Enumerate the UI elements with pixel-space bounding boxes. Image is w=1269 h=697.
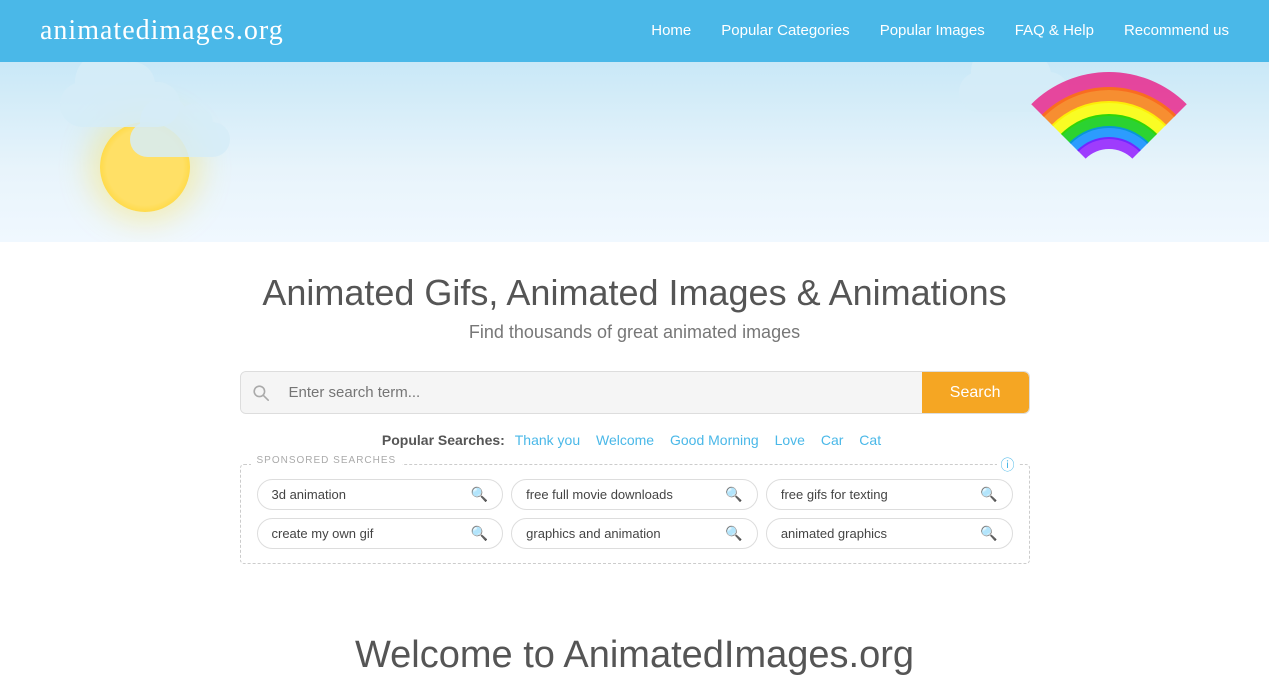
sponsored-item-free-gifs[interactable]: free gifs for texting 🔍 (766, 479, 1013, 510)
sponsored-grid: 3d animation 🔍 free full movie downloads… (257, 479, 1013, 549)
search-icon-small: 🔍 (725, 525, 742, 542)
popular-search-welcome[interactable]: Welcome (596, 432, 654, 448)
popular-search-cat[interactable]: Cat (859, 432, 881, 448)
search-bar: Search (240, 371, 1030, 414)
search-icon-small: 🔍 (980, 486, 997, 503)
sponsored-item-animated-graphics[interactable]: animated graphics 🔍 (766, 518, 1013, 549)
navbar: animatedimages.org Home Popular Categori… (0, 0, 1269, 62)
sponsored-item-label: 3d animation (272, 487, 346, 502)
sponsored-item-free-movies[interactable]: free full movie downloads 🔍 (511, 479, 758, 510)
popular-searches-label: Popular Searches: (382, 432, 505, 448)
sponsored-item-graphics-animation[interactable]: graphics and animation 🔍 (511, 518, 758, 549)
nav-recommend-us[interactable]: Recommend us (1124, 22, 1229, 39)
sponsored-info-icon[interactable]: ⓘ (997, 455, 1019, 475)
popular-search-car[interactable]: Car (821, 432, 844, 448)
welcome-title: Welcome to AnimatedImages.org (40, 634, 1229, 677)
rainbow-decoration (999, 72, 1219, 212)
search-icon-small: 🔍 (725, 486, 742, 503)
search-icon-small: 🔍 (471, 525, 488, 542)
sponsored-item-label: free full movie downloads (526, 487, 673, 502)
sponsored-label: SPONSORED SEARCHES (251, 455, 403, 466)
search-icon-small: 🔍 (980, 525, 997, 542)
popular-search-love[interactable]: Love (775, 432, 805, 448)
hero-section (0, 62, 1269, 242)
sponsored-item-label: graphics and animation (526, 526, 660, 541)
site-logo[interactable]: animatedimages.org (40, 15, 284, 47)
sponsored-item-3d-animation[interactable]: 3d animation 🔍 (257, 479, 504, 510)
nav-faq-help[interactable]: FAQ & Help (1015, 22, 1094, 39)
cloud-decoration-2 (130, 122, 230, 157)
sponsored-item-label: animated graphics (781, 526, 887, 541)
search-input[interactable] (281, 372, 922, 413)
popular-search-good-morning[interactable]: Good Morning (670, 432, 759, 448)
sponsored-item-label: create my own gif (272, 526, 374, 541)
nav-popular-images[interactable]: Popular Images (880, 22, 985, 39)
search-icon-small: 🔍 (471, 486, 488, 503)
hero-subtitle: Find thousands of great animated images (40, 322, 1229, 343)
nav-home[interactable]: Home (651, 22, 691, 39)
search-button[interactable]: Search (922, 372, 1029, 413)
hero-title: Animated Gifs, Animated Images & Animati… (40, 272, 1229, 314)
nav-popular-categories[interactable]: Popular Categories (721, 22, 849, 39)
nav-links: Home Popular Categories Popular Images F… (651, 22, 1229, 40)
main-content: Animated Gifs, Animated Images & Animati… (0, 242, 1269, 584)
popular-searches: Popular Searches: Thank you Welcome Good… (40, 432, 1229, 448)
sponsored-item-create-gif[interactable]: create my own gif 🔍 (257, 518, 504, 549)
welcome-section: Welcome to AnimatedImages.org (0, 584, 1269, 697)
sponsored-section: SPONSORED SEARCHES ⓘ 3d animation 🔍 free… (240, 464, 1030, 564)
sponsored-item-label: free gifs for texting (781, 487, 888, 502)
popular-search-thank-you[interactable]: Thank you (515, 432, 580, 448)
search-icon (241, 372, 281, 413)
